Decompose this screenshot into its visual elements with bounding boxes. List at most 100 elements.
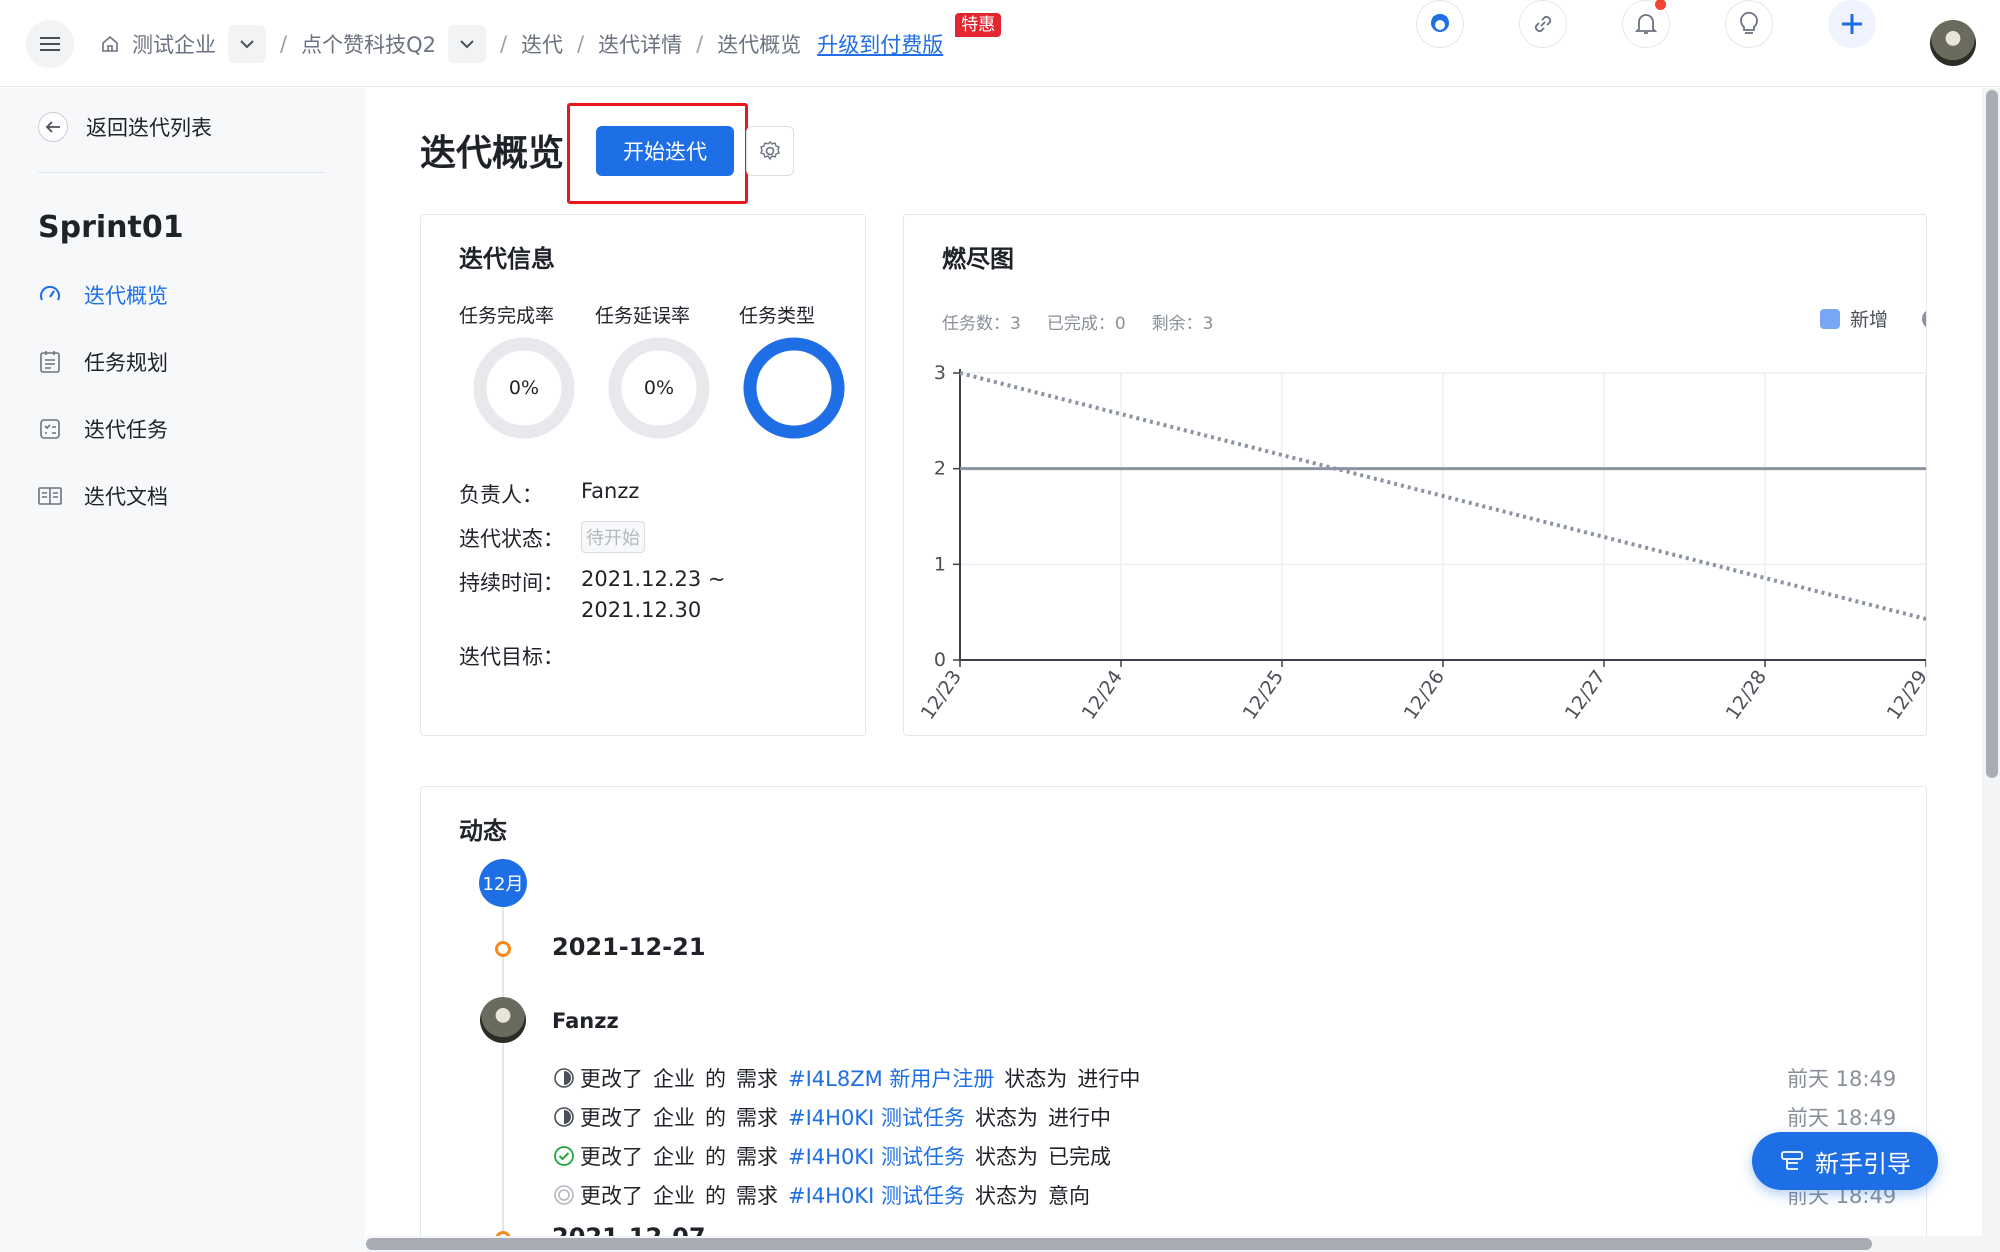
guide-label: 新手引导 bbox=[1815, 1149, 1911, 1178]
create-button[interactable] bbox=[1828, 0, 1876, 48]
hamburger-icon bbox=[40, 37, 60, 51]
beginner-guide-button[interactable]: 新手引导 bbox=[1752, 1132, 1938, 1190]
user-avatar[interactable] bbox=[1930, 20, 1976, 66]
breadcrumb-org[interactable]: 测试企业 bbox=[100, 29, 216, 59]
activity-issue-link[interactable]: #I4L8ZM 新用户注册 bbox=[788, 1063, 994, 1093]
activity-status-word: 状态为 bbox=[974, 1106, 1038, 1130]
sidebar-item-label: 迭代文档 bbox=[84, 485, 168, 509]
half-circle-icon bbox=[552, 1066, 576, 1090]
gauge-icon bbox=[38, 283, 62, 307]
list-item: 更改了 企业的需求 #I4H0KI 测试任务 状态为 进行中 bbox=[552, 1102, 1121, 1132]
chevron-down-icon bbox=[460, 40, 474, 49]
activity-issue-link[interactable]: #I4H0KI 测试任务 bbox=[788, 1102, 965, 1132]
activity-time: 前天 18:49 bbox=[1787, 1067, 1897, 1091]
upgrade-link[interactable]: 升级到付费版 特惠 bbox=[817, 13, 1002, 59]
delay-rate-label: 任务延误率 bbox=[595, 305, 691, 327]
x-tick-label: 12/24 bbox=[1078, 666, 1127, 723]
breadcrumb-separator: / bbox=[577, 32, 585, 56]
burndown-card: 燃尽图 任务数：3 已完成：0 剩余：3 新增 计划 012312/2312/2… bbox=[903, 214, 1927, 736]
activity-status-word: 状态为 bbox=[974, 1184, 1038, 1208]
activity-issue-link[interactable]: #I4H0KI 测试任务 bbox=[788, 1180, 965, 1210]
list-item: 更改了 企业的需求 #I4L8ZM 新用户注册 状态为 进行中 bbox=[552, 1063, 1150, 1093]
status-label: 迭代状态： bbox=[459, 527, 564, 551]
task-list-icon bbox=[38, 417, 62, 441]
sidebar-item-overview[interactable]: 迭代概览 bbox=[38, 280, 168, 310]
project-dropdown-button[interactable] bbox=[447, 25, 486, 63]
sprint-settings-button[interactable] bbox=[746, 126, 794, 176]
month-marker: 12月 bbox=[479, 859, 527, 907]
guide-icon bbox=[1781, 1151, 1803, 1170]
activity-verb: 更改了 bbox=[580, 1067, 643, 1091]
vertical-scrollbar[interactable] bbox=[1986, 90, 1998, 778]
support-button[interactable] bbox=[1416, 0, 1464, 48]
duration-start: 2021.12.23 ~ bbox=[581, 567, 726, 591]
activity-date: 2021-12-21 bbox=[552, 933, 706, 961]
activity-verb: 更改了 bbox=[580, 1184, 643, 1208]
activity-verb: 更改了 bbox=[580, 1145, 643, 1169]
y-tick-label: 2 bbox=[934, 458, 946, 480]
breadcrumb-sprint[interactable]: 迭代 bbox=[521, 29, 563, 59]
sidebar-item-planning[interactable]: 任务规划 bbox=[38, 347, 168, 377]
avatar[interactable] bbox=[480, 997, 526, 1043]
x-tick-label: 12/27 bbox=[1561, 666, 1610, 723]
sidebar-item-docs[interactable]: 迭代文档 bbox=[38, 481, 168, 511]
back-label: 返回迭代列表 bbox=[86, 116, 212, 140]
activity-status-word: 状态为 bbox=[1004, 1067, 1068, 1091]
lightbulb-icon bbox=[1740, 11, 1758, 34]
sidebar-item-tasks[interactable]: 迭代任务 bbox=[38, 414, 168, 444]
y-tick-label: 1 bbox=[934, 553, 946, 575]
empty-circle-icon bbox=[552, 1183, 576, 1207]
y-tick-label: 0 bbox=[934, 649, 946, 671]
main-content: 迭代概览 开始迭代 迭代信息 任务完成率 0% 任务延误率 0% 任务类型 负责… bbox=[366, 88, 2000, 1252]
breadcrumb-org-label: 测试企业 bbox=[132, 33, 216, 57]
activity-user[interactable]: Fanzz bbox=[552, 1009, 619, 1033]
activity-verb: 更改了 bbox=[580, 1106, 643, 1130]
breadcrumb-separator: / bbox=[280, 32, 288, 56]
link-icon bbox=[1534, 15, 1552, 33]
activity-scope: 企业 bbox=[653, 1106, 695, 1130]
horizontal-scrollbar[interactable] bbox=[366, 1238, 1872, 1250]
org-dropdown-button[interactable] bbox=[228, 25, 266, 63]
activity-scope: 企业 bbox=[653, 1067, 695, 1091]
activity-state: 进行中 bbox=[1077, 1067, 1141, 1091]
completion-rate-label: 任务完成率 bbox=[459, 305, 555, 327]
customer-service-icon bbox=[1431, 14, 1449, 32]
notifications-button[interactable] bbox=[1622, 0, 1670, 48]
tips-button[interactable] bbox=[1725, 0, 1773, 48]
breadcrumb-separator: / bbox=[499, 32, 508, 56]
x-tick-label: 12/26 bbox=[1400, 666, 1449, 723]
page-title: 迭代概览 bbox=[420, 133, 565, 174]
activity-title: 动态 bbox=[459, 817, 507, 845]
goal-label: 迭代目标： bbox=[459, 645, 564, 669]
task-type-value bbox=[743, 337, 845, 439]
sidebar-item-label: 迭代概览 bbox=[84, 284, 168, 308]
activity-issue-link[interactable]: #I4H0KI 测试任务 bbox=[788, 1141, 965, 1171]
notification-dot bbox=[1655, 0, 1666, 10]
completion-rate-value: 0% bbox=[508, 377, 540, 399]
breadcrumb-project[interactable]: 点个赞科技Q2 bbox=[301, 29, 436, 59]
task-type-ring bbox=[743, 337, 845, 439]
menu-button[interactable] bbox=[26, 20, 74, 68]
activity-time: 前天 18:49 bbox=[1787, 1106, 1897, 1130]
timeline-line bbox=[502, 907, 504, 1252]
upgrade-link-label: 升级到付费版 bbox=[817, 33, 944, 57]
chevron-down-icon bbox=[240, 40, 254, 49]
sidebar-item-label: 迭代任务 bbox=[84, 418, 168, 442]
link-button[interactable] bbox=[1519, 0, 1567, 48]
sidebar: 返回迭代列表 Sprint01 迭代概览 任务规划 迭代任务 迭代文档 bbox=[0, 88, 365, 1252]
duration-end: 2021.12.30 bbox=[581, 598, 702, 622]
list-item: 更改了 企业的需求 #I4H0KI 测试任务 状态为 已完成 bbox=[552, 1141, 1121, 1171]
activity-scope: 企业 bbox=[653, 1145, 695, 1169]
owner-label: 负责人： bbox=[459, 483, 543, 507]
activity-state: 进行中 bbox=[1047, 1106, 1111, 1130]
start-sprint-button[interactable]: 开始迭代 bbox=[596, 126, 734, 176]
sprint-info-card: 迭代信息 任务完成率 0% 任务延误率 0% 任务类型 负责人： Fanzz 迭… bbox=[420, 214, 866, 736]
breadcrumb: 测试企业 / 点个赞科技Q2 / 迭代 / 迭代详情 / 迭代概览 升级到付费版… bbox=[100, 13, 1002, 66]
breadcrumb-sprint-detail[interactable]: 迭代详情 bbox=[598, 29, 682, 59]
back-arrow-icon bbox=[38, 112, 68, 142]
activity-type: 需求 bbox=[736, 1184, 778, 1208]
sprint-name: Sprint01 bbox=[38, 210, 184, 245]
back-to-sprint-list[interactable]: 返回迭代列表 bbox=[38, 112, 212, 142]
date-dot bbox=[495, 941, 511, 957]
book-icon bbox=[38, 484, 62, 508]
